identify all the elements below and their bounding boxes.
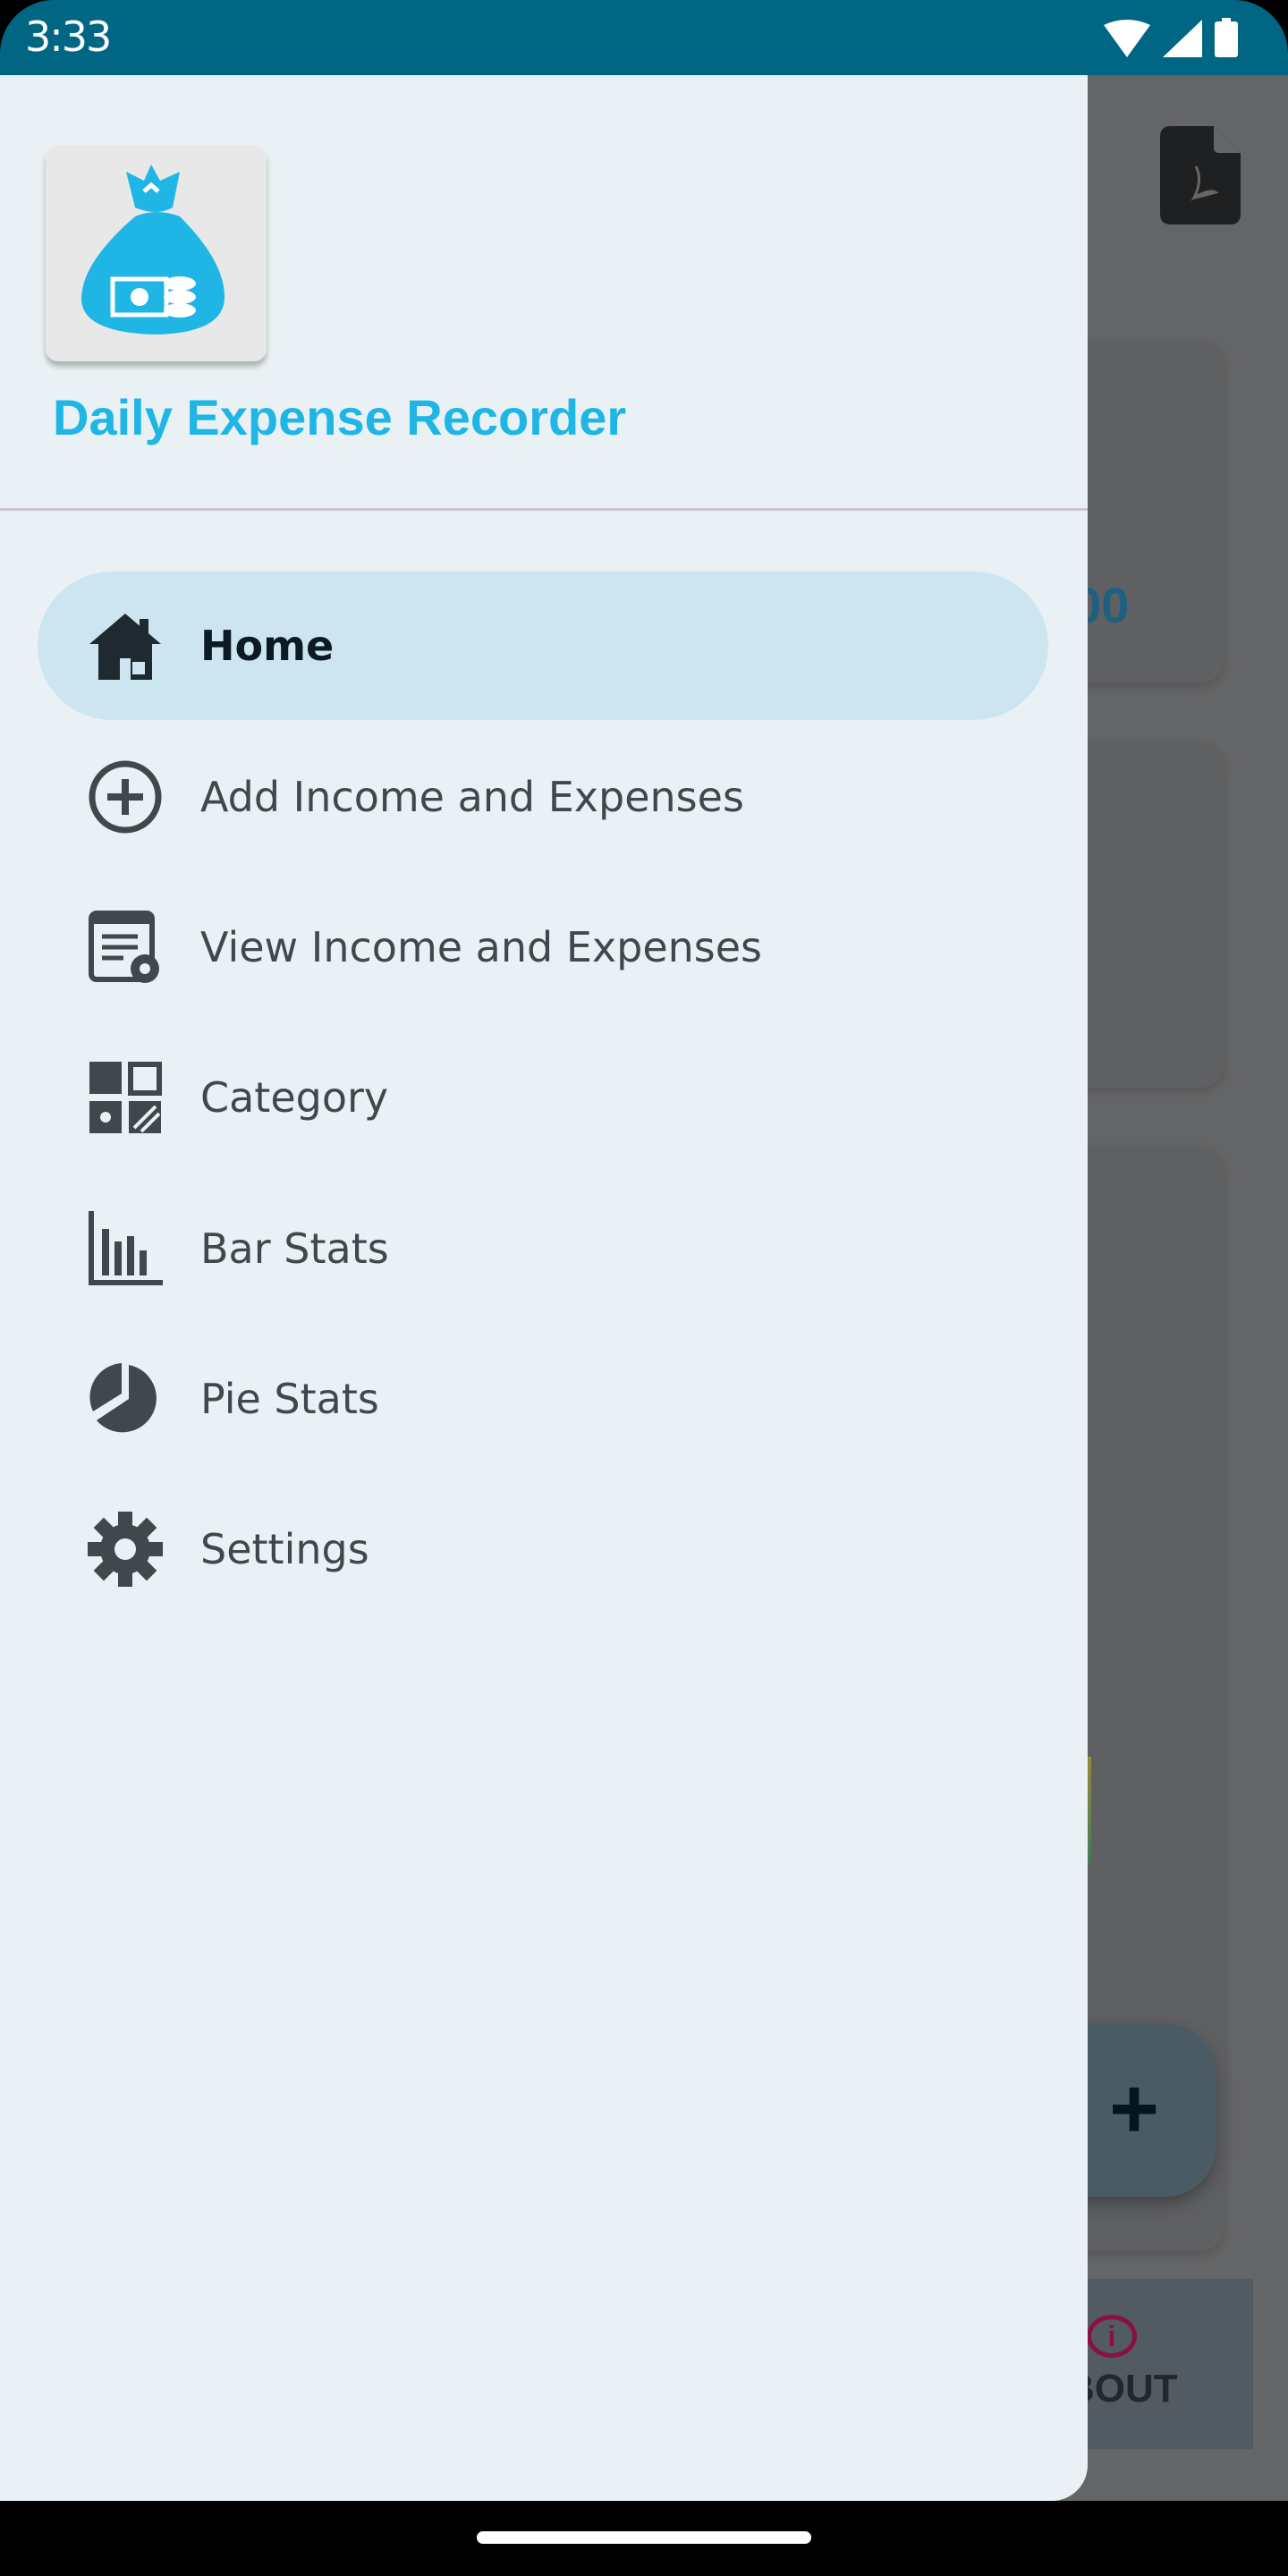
pie-chart-icon bbox=[88, 1361, 163, 1436]
gear-icon bbox=[88, 1512, 163, 1587]
drawer-item-label: Bar Stats bbox=[200, 1224, 389, 1273]
wifi-icon bbox=[1104, 20, 1150, 57]
category-icon bbox=[88, 1060, 163, 1135]
drawer-divider bbox=[0, 508, 1088, 511]
pdf-icon[interactable] bbox=[1160, 126, 1241, 225]
drawer-item-home[interactable]: Home bbox=[38, 572, 1048, 720]
drawer-item-add-income-expenses[interactable]: Add Income and Expenses bbox=[38, 723, 1048, 871]
drawer-item-category[interactable]: Category bbox=[38, 1023, 1048, 1172]
signal-icon bbox=[1163, 20, 1202, 57]
drawer-item-label: Pie Stats bbox=[200, 1375, 379, 1423]
app-logo bbox=[46, 145, 267, 361]
drawer-item-label: View Income and Expenses bbox=[200, 923, 763, 971]
status-bar: 3:33 bbox=[0, 0, 1288, 75]
money-bag-icon bbox=[80, 165, 225, 335]
drawer-item-label: Category bbox=[200, 1073, 389, 1122]
drawer-item-view-income-expenses[interactable]: View Income and Expenses bbox=[38, 873, 1048, 1021]
navigation-drawer: Daily Expense Recorder Home Add Income a… bbox=[0, 75, 1088, 2501]
view-list-icon bbox=[88, 910, 163, 985]
home-icon bbox=[88, 608, 163, 683]
drawer-item-pie-stats[interactable]: Pie Stats bbox=[38, 1325, 1048, 1473]
home-gesture-handle[interactable] bbox=[477, 2531, 811, 2544]
drawer-item-label: Home bbox=[200, 622, 335, 670]
drawer-item-label: Add Income and Expenses bbox=[200, 773, 744, 821]
info-icon[interactable]: i bbox=[1087, 2315, 1137, 2358]
drawer-item-settings[interactable]: Settings bbox=[38, 1475, 1048, 1623]
app-title: Daily Expense Recorder bbox=[53, 389, 627, 445]
drawer-item-label: Settings bbox=[200, 1525, 369, 1573]
bar-chart-icon bbox=[88, 1211, 163, 1286]
add-circle-icon bbox=[88, 759, 163, 835]
drawer-item-bar-stats[interactable]: Bar Stats bbox=[38, 1174, 1048, 1323]
battery-icon bbox=[1215, 18, 1238, 57]
plus-icon: + bbox=[1109, 2061, 1160, 2157]
status-time: 3:33 bbox=[25, 13, 112, 61]
